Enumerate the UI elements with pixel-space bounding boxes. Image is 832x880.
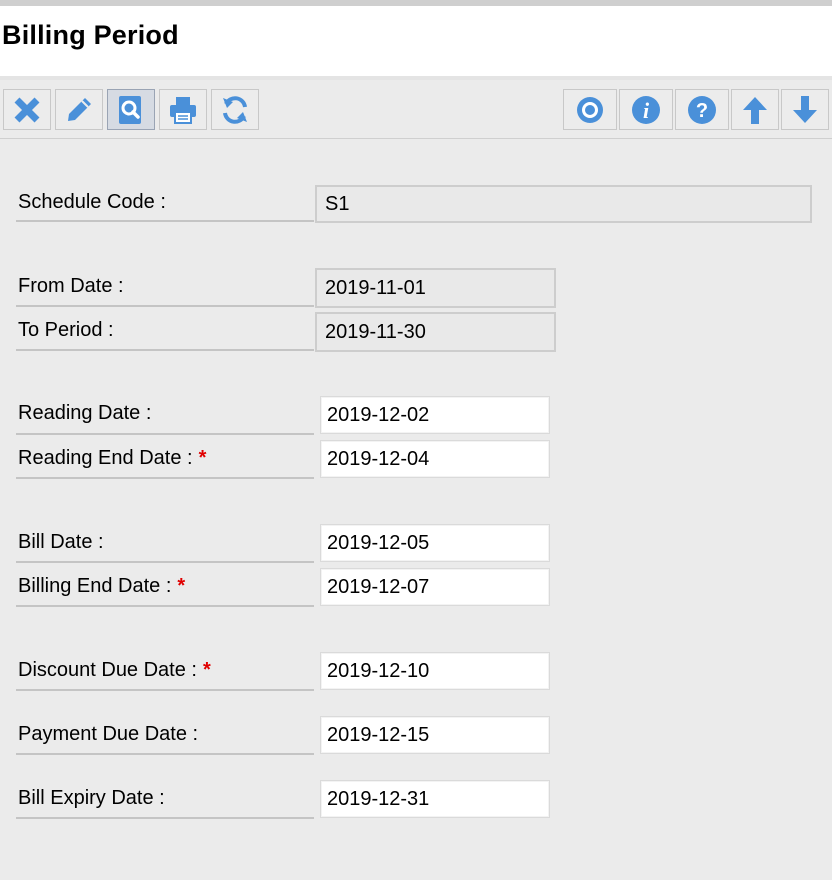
schedule-code-field[interactable] bbox=[315, 185, 812, 223]
label-underline bbox=[16, 433, 314, 435]
svg-text:?: ? bbox=[696, 100, 708, 122]
reading-date-field[interactable] bbox=[320, 396, 550, 434]
pencil-icon bbox=[68, 97, 91, 121]
print-button[interactable] bbox=[159, 89, 207, 130]
from-date-label: From Date : bbox=[18, 275, 124, 297]
billing-end-date-label: Billing End Date : * bbox=[18, 575, 185, 598]
refresh-button[interactable] bbox=[211, 89, 259, 130]
to-period-field[interactable] bbox=[315, 312, 556, 352]
reading-end-date-label: Reading End Date : * bbox=[18, 447, 206, 470]
x-icon bbox=[14, 97, 40, 122]
discount-due-date-label-text: Discount Due Date : bbox=[18, 659, 197, 681]
payment-due-date-label: Payment Due Date : bbox=[18, 723, 199, 745]
required-marker: * bbox=[177, 575, 186, 597]
label-underline bbox=[16, 817, 314, 819]
billing-end-date-label-text: Billing End Date : bbox=[18, 575, 172, 597]
bill-date-field[interactable] bbox=[320, 524, 550, 562]
bill-expiry-date-label: Bill Expiry Date : bbox=[18, 787, 165, 809]
edit-button[interactable] bbox=[55, 89, 103, 130]
label-underline bbox=[16, 220, 314, 222]
settings-button[interactable] bbox=[563, 89, 617, 130]
billing-end-date-field[interactable] bbox=[320, 568, 550, 606]
search-button[interactable] bbox=[107, 89, 155, 130]
to-period-label: To Period : bbox=[18, 319, 114, 341]
delete-button[interactable] bbox=[3, 89, 51, 130]
required-marker: * bbox=[198, 447, 207, 469]
label-underline bbox=[16, 349, 314, 351]
label-underline bbox=[16, 305, 314, 307]
payment-due-date-field[interactable] bbox=[320, 716, 550, 754]
help-icon: ? bbox=[688, 95, 716, 124]
page-header: Billing Period bbox=[0, 6, 832, 76]
info-button[interactable]: i bbox=[619, 89, 673, 130]
toolbar-divider bbox=[0, 138, 832, 139]
arrow-down-icon bbox=[793, 95, 817, 123]
refresh-icon bbox=[223, 95, 247, 124]
reading-end-date-label-text: Reading End Date : bbox=[18, 447, 193, 469]
info-icon: i bbox=[632, 95, 660, 124]
label-underline bbox=[16, 477, 314, 479]
schedule-code-label: Schedule Code : bbox=[18, 191, 166, 213]
svg-text:i: i bbox=[643, 98, 650, 123]
reading-date-label: Reading Date : bbox=[18, 402, 152, 424]
arrow-up-icon bbox=[743, 96, 767, 124]
from-date-field[interactable] bbox=[315, 268, 556, 308]
discount-due-date-field[interactable] bbox=[320, 652, 550, 690]
gear-icon bbox=[577, 96, 603, 123]
printer-icon bbox=[170, 96, 196, 124]
header-divider bbox=[0, 76, 832, 80]
move-down-button[interactable] bbox=[781, 89, 829, 130]
bill-date-label: Bill Date : bbox=[18, 531, 104, 553]
label-underline bbox=[16, 605, 314, 607]
bill-expiry-date-field[interactable] bbox=[320, 780, 550, 818]
required-marker: * bbox=[202, 659, 211, 681]
move-up-button[interactable] bbox=[731, 89, 779, 130]
reading-end-date-field[interactable] bbox=[320, 440, 550, 478]
page-title: Billing Period bbox=[2, 20, 179, 50]
label-underline bbox=[16, 689, 314, 691]
help-button[interactable]: ? bbox=[675, 89, 729, 130]
label-underline bbox=[16, 561, 314, 563]
discount-due-date-label: Discount Due Date : * bbox=[18, 659, 211, 682]
magnifier-icon bbox=[119, 95, 141, 124]
label-underline bbox=[16, 753, 314, 755]
